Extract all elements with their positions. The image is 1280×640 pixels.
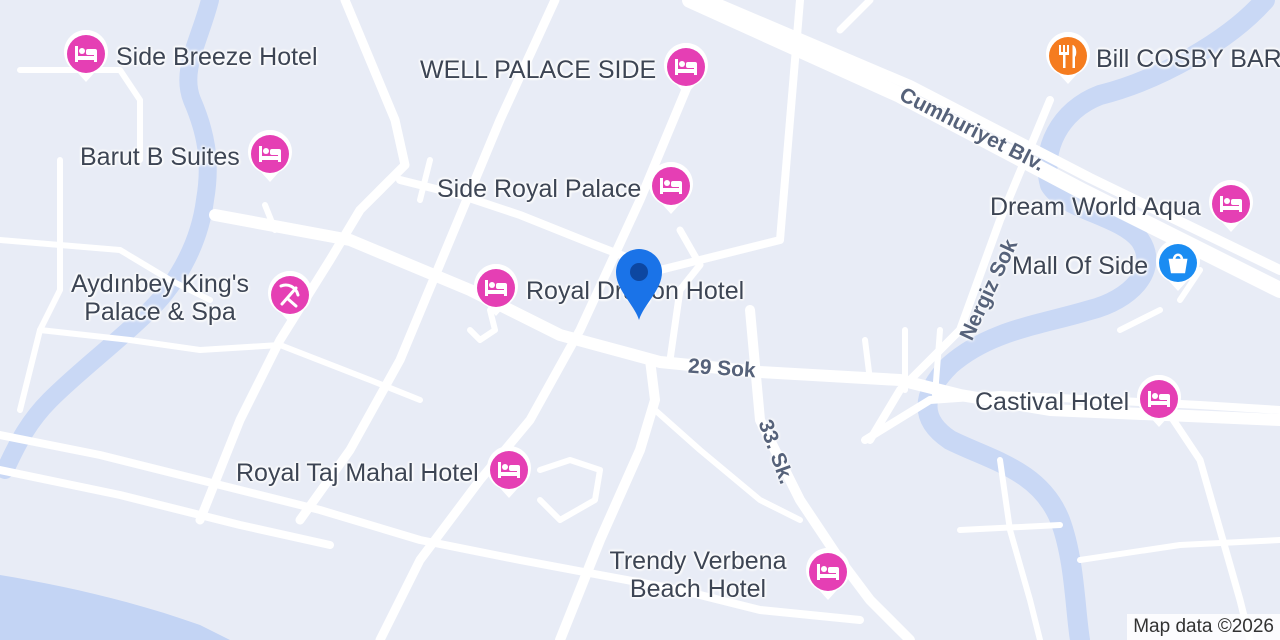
road-north-1: [396, 0, 804, 274]
location-marker[interactable]: [612, 246, 666, 327]
hotel-pin: [62, 30, 110, 84]
poi-barut-b-suites[interactable]: Barut B Suites: [80, 130, 294, 184]
road-north-2: [836, 0, 874, 34]
poi-label: Dream World Aqua: [990, 192, 1201, 221]
poi-dream-world-aqua[interactable]: Dream World Aqua: [990, 180, 1255, 234]
poi-label: Side Breeze Hotel: [116, 42, 318, 71]
poi-well-palace-side[interactable]: WELL PALACE SIDE: [420, 43, 710, 97]
poi-label: Mall Of Side: [1012, 251, 1149, 280]
poi-side-breeze-hotel[interactable]: Side Breeze Hotel: [62, 30, 318, 84]
poi-label: Aydınbey King's Palace & Spa: [70, 270, 250, 326]
map-attribution: Map data ©2026: [1127, 614, 1280, 640]
road-minor-2: [537, 457, 603, 523]
poi-royal-dragon-hotel[interactable]: Royal Dragon Hotel: [472, 264, 744, 318]
shopping-pin: [1154, 239, 1202, 293]
restaurant-pin: [1044, 32, 1092, 86]
poi-side-royal-palace[interactable]: Side Royal Palace: [437, 162, 695, 216]
poi-trendy-verbena-beach-hotel[interactable]: Trendy Verbena Beach Hotel: [598, 547, 852, 603]
hotel-pin: [246, 130, 294, 184]
poi-label: Barut B Suites: [80, 142, 240, 171]
hotel-pin: [472, 264, 520, 318]
poi-label: Side Royal Palace: [437, 174, 642, 203]
poi-label: Castival Hotel: [975, 387, 1130, 416]
poi-aydinbey-kings-palace[interactable]: Aydınbey King's Palace & Spa: [60, 270, 314, 326]
hotel-pin: [804, 548, 852, 602]
resort-pin: [266, 271, 314, 325]
poi-label: WELL PALACE SIDE: [420, 55, 657, 84]
hotel-pin: [647, 162, 695, 216]
poi-label: Trendy Verbena Beach Hotel: [609, 547, 787, 603]
poi-castival-hotel[interactable]: Castival Hotel: [975, 375, 1183, 429]
hotel-pin: [485, 446, 533, 500]
poi-label: Bill COSBY BAR RESTAURANT: [1096, 44, 1280, 73]
road-east-grid: [1077, 537, 1280, 563]
poi-royal-taj-mahal-hotel[interactable]: Royal Taj Mahal Hotel: [236, 446, 533, 500]
hotel-pin: [1207, 180, 1255, 234]
poi-mall-of-side[interactable]: Mall Of Side: [1012, 239, 1202, 293]
street-label-29-sok: 29 Sok: [687, 354, 757, 383]
hotel-pin: [1135, 375, 1183, 429]
poi-bill-cosby-restaurant[interactable]: Bill COSBY BAR RESTAURANT: [1044, 32, 1280, 86]
road-west-grid-4: [17, 157, 63, 413]
map-canvas[interactable]: Side Breeze Hotel WELL PALACE SIDE Bill …: [0, 0, 1280, 640]
sea-area: [0, 575, 230, 640]
hotel-pin: [662, 43, 710, 97]
poi-label: Royal Taj Mahal Hotel: [236, 458, 479, 487]
road-east-south: [1156, 396, 1254, 640]
